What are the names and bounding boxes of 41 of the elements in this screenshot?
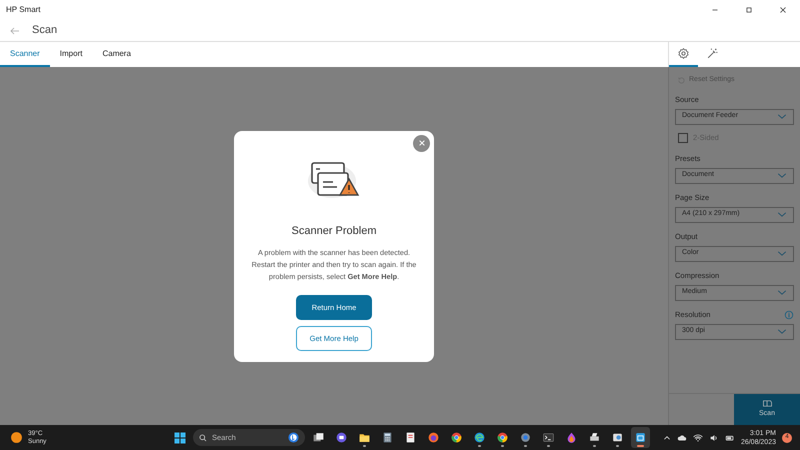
close-button[interactable] (413, 134, 430, 152)
printer-icon (588, 431, 601, 444)
scanner-app-taskbar-button[interactable] (631, 427, 650, 448)
droplet-icon (565, 431, 578, 444)
terminal-icon (542, 431, 555, 444)
cloud-icon (676, 432, 687, 442)
magic-wand-icon (706, 47, 719, 60)
page-title: Scan (32, 23, 58, 38)
scan-icon (762, 399, 772, 408)
tab[interactable]: Camera (92, 42, 141, 67)
dialog-title: Scanner Problem (292, 224, 376, 238)
sun-icon (10, 431, 23, 444)
task-view-icon (312, 431, 325, 444)
checkbox[interactable] (678, 132, 688, 142)
browser-icon (473, 431, 486, 444)
chevron-down-icon (777, 172, 787, 179)
window-title: HP Smart (6, 4, 41, 16)
chevron-up-icon (662, 434, 671, 442)
windows-logo-icon (174, 432, 186, 444)
document-icon (404, 431, 417, 444)
speaker-icon (708, 432, 719, 442)
back-arrow-icon (8, 24, 22, 36)
restore-icon (744, 5, 754, 15)
close-icon (418, 139, 426, 147)
chevron-down-icon (777, 211, 787, 218)
browser-icon (496, 431, 509, 444)
browser-icon (427, 431, 440, 444)
calculator-icon (381, 431, 394, 444)
chat-icon (335, 431, 348, 444)
chevron-down-icon (777, 250, 787, 257)
search-icon (199, 434, 207, 442)
browser-icon (450, 431, 463, 444)
chevron-down-icon (777, 289, 787, 296)
tab[interactable]: Import (50, 42, 92, 67)
bing-icon (288, 432, 299, 443)
chevron-down-icon (777, 113, 787, 120)
wifi-icon (692, 432, 703, 442)
photo-app-icon (611, 431, 624, 444)
chevron-down-icon (777, 328, 787, 335)
close-icon (778, 5, 788, 15)
scanner-app-icon (634, 431, 647, 444)
